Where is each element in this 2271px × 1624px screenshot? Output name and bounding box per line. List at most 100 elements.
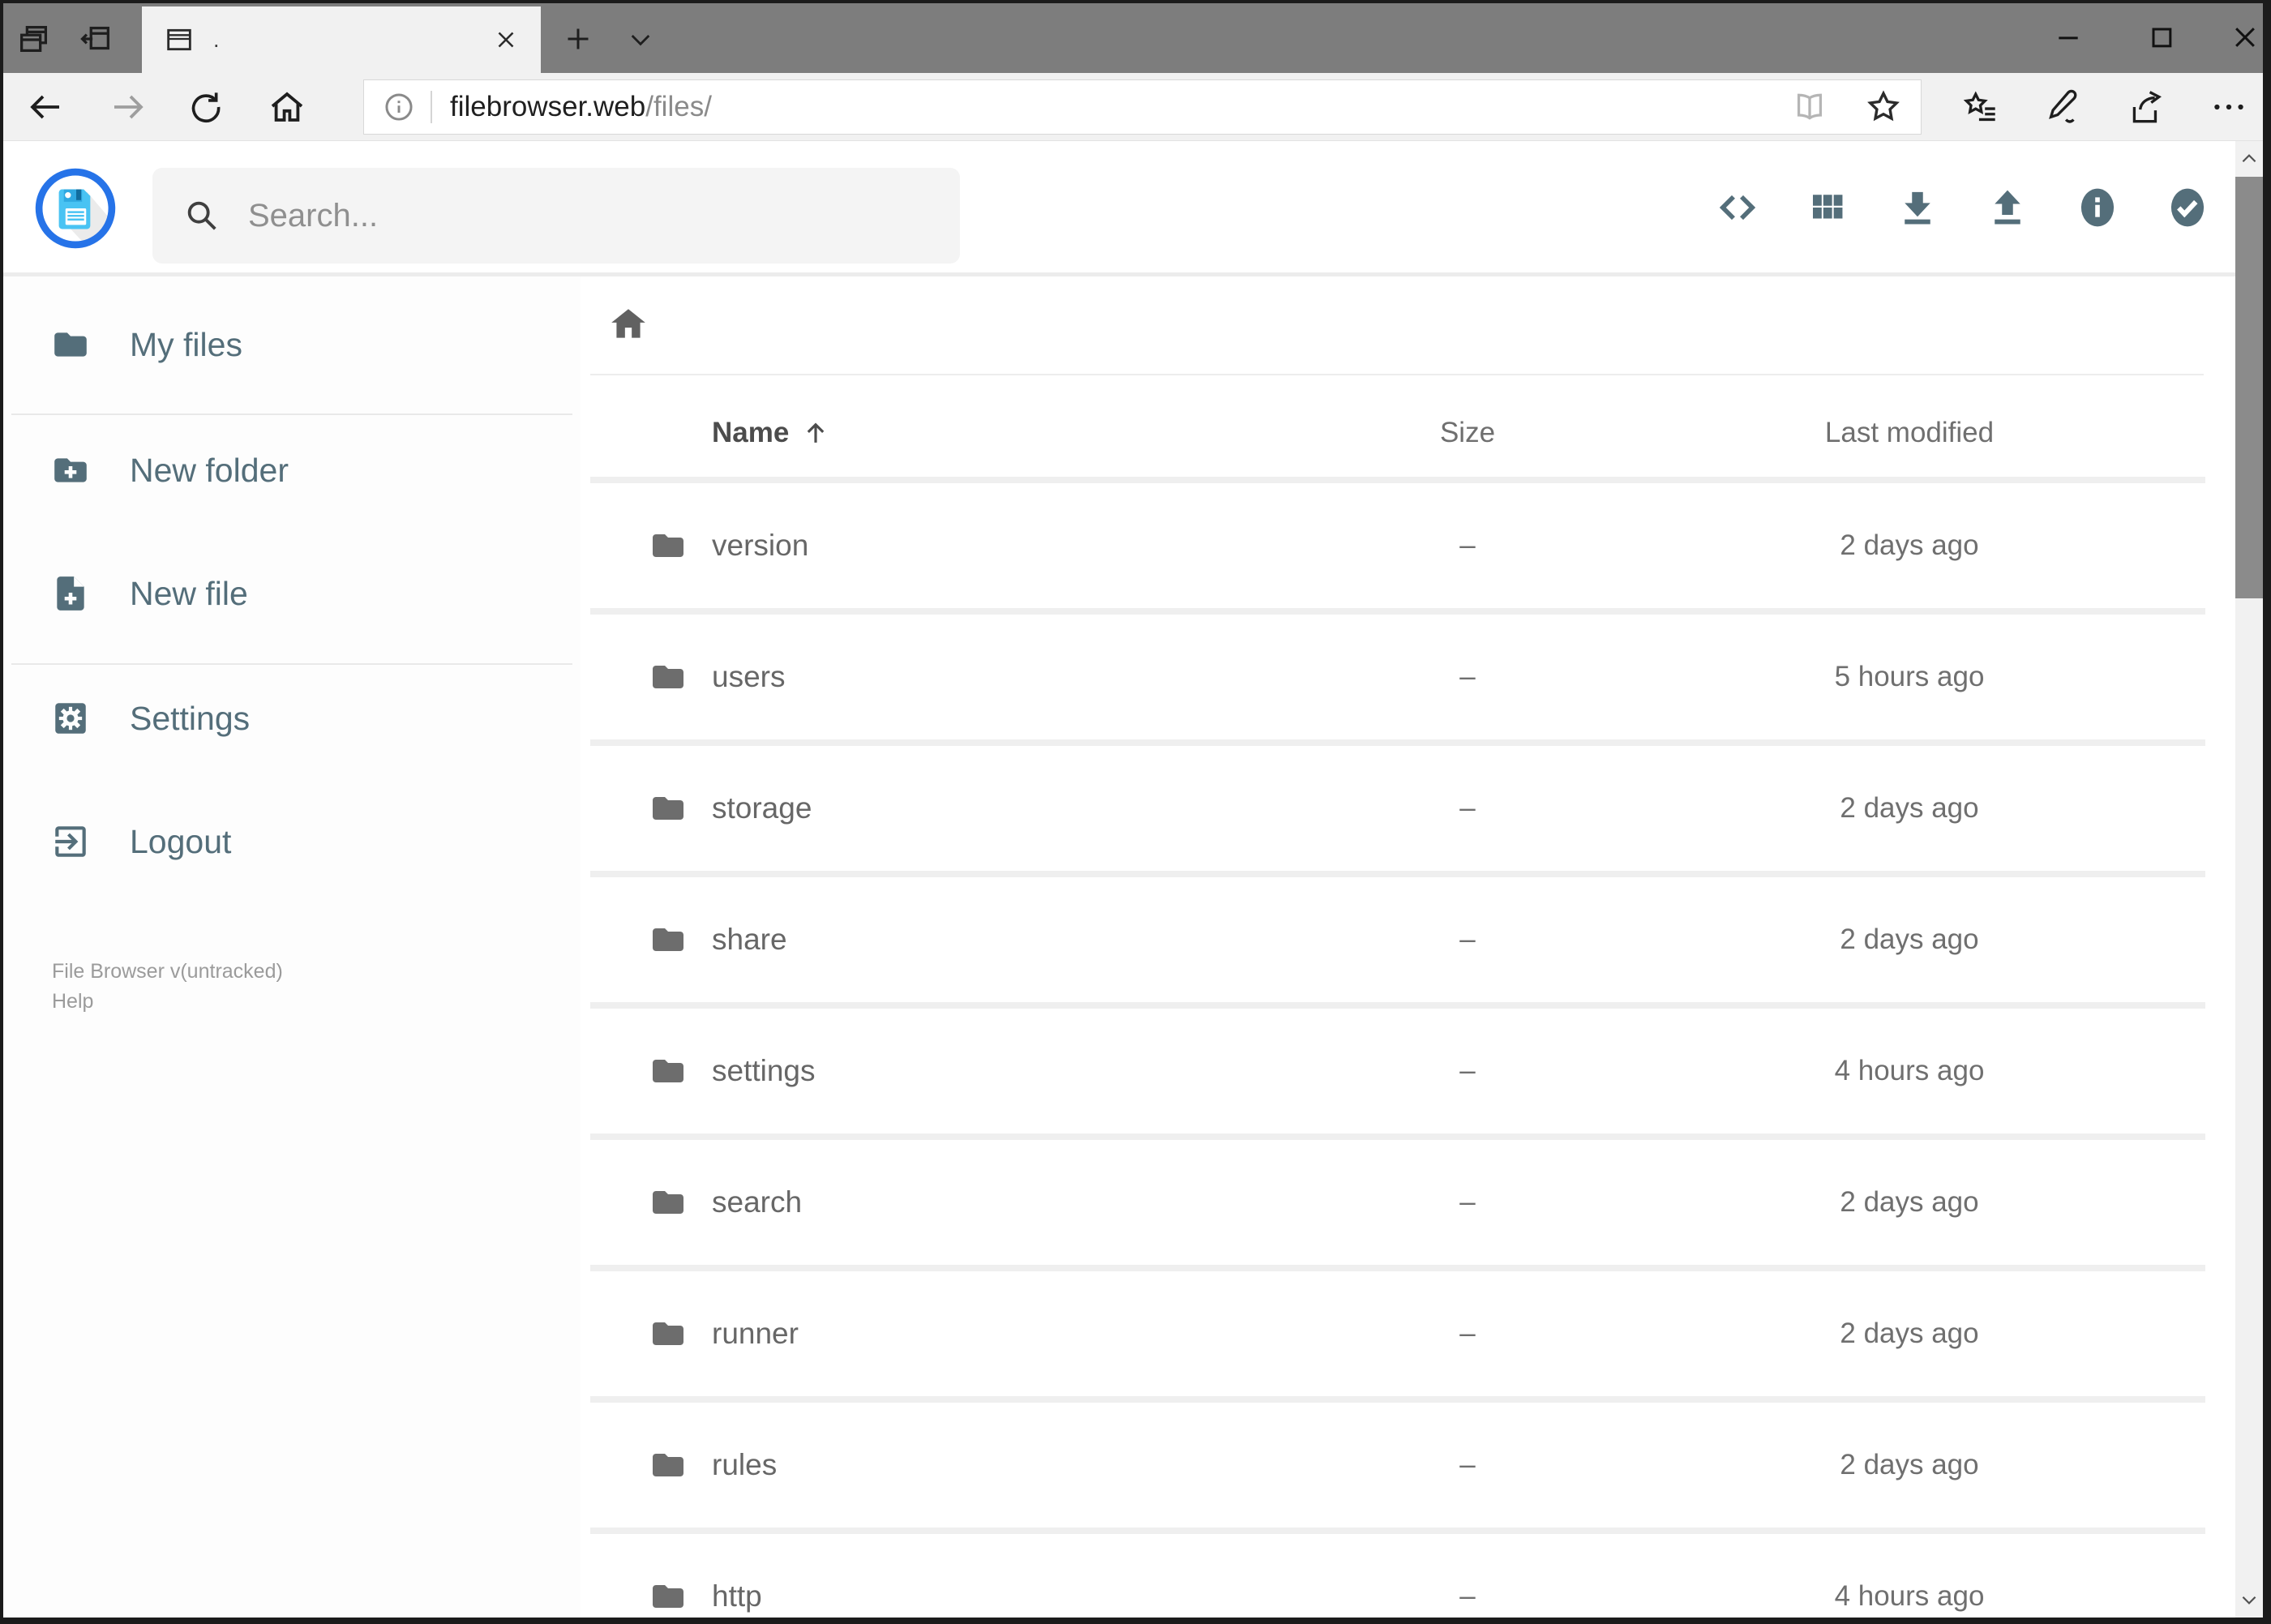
favorite-star-icon[interactable] [1864,88,1903,126]
file-size: – [1459,1055,1476,1086]
sidebar-item-logout[interactable]: Logout [3,805,581,878]
file-name: search [712,1185,803,1219]
grid-view-button[interactable] [1806,186,1849,229]
url-bar[interactable]: filebrowser.web/files/ [363,79,1922,135]
browser-window: . filebrowser.web/files/ Search... My fi… [0,0,2271,1624]
minimize-button[interactable] [2044,13,2093,62]
annotate-button[interactable] [2042,86,2085,128]
more-options-button[interactable] [2208,86,2250,128]
forward-button[interactable] [107,86,149,128]
new-tab-icon [562,23,594,55]
column-name-sort[interactable]: Name [712,417,1322,449]
sidebar-item-label: My files [130,325,242,363]
file-row[interactable]: search – 2 days ago [590,1140,2205,1265]
file-row[interactable]: storage – 2 days ago [590,746,2205,871]
file-modified: 4 hours ago [1834,1055,1985,1086]
sidebar-item-label: Settings [130,699,251,737]
column-size[interactable]: Size [1322,417,1613,449]
page-icon [163,24,195,56]
close-window-icon [2229,21,2261,54]
home-icon [268,88,306,126]
site-info-icon[interactable] [382,90,416,124]
column-name-label: Name [712,417,790,448]
breadcrumb-divider [590,374,2204,375]
new-folder-icon [50,450,91,491]
grid-view-icon [1806,186,1849,229]
sidebar-item-new-file[interactable]: New file [3,557,581,630]
scroll-down-icon[interactable] [2235,1582,2263,1618]
switch-view-code-button[interactable] [1716,186,1759,229]
file-row[interactable]: users – 5 hours ago [590,615,2205,739]
refresh-icon [187,88,225,126]
tab-dropdown-icon [625,24,656,54]
sidebar-item-my-files[interactable]: My files [3,308,581,381]
close-tab-icon[interactable] [492,26,520,54]
favorites-hub-button[interactable] [1960,86,2002,128]
file-name: version [712,529,809,562]
help-link[interactable]: Help [52,987,283,1017]
app-header: Search... [3,141,2263,272]
info-button[interactable] [2076,186,2119,229]
file-name: http [712,1579,762,1613]
new-tab-button[interactable] [557,18,599,60]
url-separator [431,91,432,123]
scrollbar[interactable] [2235,141,2263,1618]
code-icon [1715,185,1760,230]
favorites-hub-icon [1960,87,2001,127]
scrollbar-thumb[interactable] [2235,177,2263,598]
share-button[interactable] [2125,86,2167,128]
folder-icon [590,526,712,565]
refresh-button[interactable] [185,86,227,128]
url-path: /files/ [645,91,712,122]
file-row[interactable]: settings – 4 hours ago [590,1009,2205,1133]
file-name: storage [712,791,812,825]
search-input[interactable]: Search... [152,168,960,264]
file-row[interactable]: http – 4 hours ago [590,1534,2205,1618]
file-name: settings [712,1054,816,1087]
file-modified: 5 hours ago [1834,661,1985,692]
sort-ascending-icon [808,422,825,443]
set-aside-tabs-button[interactable] [75,18,117,60]
info-icon [2075,185,2120,230]
maximize-button[interactable] [2137,13,2186,62]
tab-preview-button[interactable] [13,18,55,60]
file-modified: 4 hours ago [1834,1580,1985,1612]
file-listing: Name Size Last modified version – 2 days… [590,276,2205,1618]
close-window-button[interactable] [2221,13,2263,62]
folder-icon [590,658,712,696]
file-row[interactable]: version – 2 days ago [590,483,2205,608]
sidebar: My files New folder New file Settings Lo… [3,276,581,1618]
breadcrumb-home-button[interactable] [608,304,649,345]
file-modified: 2 days ago [1840,1186,1979,1218]
back-button[interactable] [24,86,66,128]
sidebar-item-new-folder[interactable]: New folder [3,434,581,507]
download-button[interactable] [1896,186,1939,229]
select-button[interactable] [2166,186,2209,229]
reading-view-icon[interactable] [1791,88,1828,126]
set-aside-tabs-icon [77,20,114,58]
check-circle-icon [2165,185,2210,230]
search-icon [183,197,221,234]
url-host: filebrowser.web [450,91,646,122]
folder-icon [590,1577,712,1616]
file-row[interactable]: share – 2 days ago [590,877,2205,1002]
file-row[interactable]: rules – 2 days ago [590,1403,2205,1528]
file-size: – [1459,1449,1476,1480]
column-modified[interactable]: Last modified [1613,417,2205,449]
sidebar-item-label: New folder [130,451,289,489]
active-tab[interactable]: . [142,6,541,73]
sidebar-item-label: New file [130,574,248,612]
upload-button[interactable] [1986,186,2029,229]
scroll-up-icon[interactable] [2235,141,2263,177]
file-row[interactable]: runner – 2 days ago [590,1271,2205,1396]
file-name: share [712,923,787,956]
home-button[interactable] [266,86,308,128]
upload-icon [1986,186,2029,229]
sidebar-footer: File Browser v(untracked) Help [52,957,283,1017]
url-text[interactable]: filebrowser.web/files/ [450,91,1775,123]
tab-dropdown-button[interactable] [619,18,662,60]
folder-icon [590,1314,712,1353]
minimize-icon [2052,21,2085,54]
sidebar-item-settings[interactable]: Settings [3,682,581,755]
file-modified: 2 days ago [1840,1449,1979,1480]
